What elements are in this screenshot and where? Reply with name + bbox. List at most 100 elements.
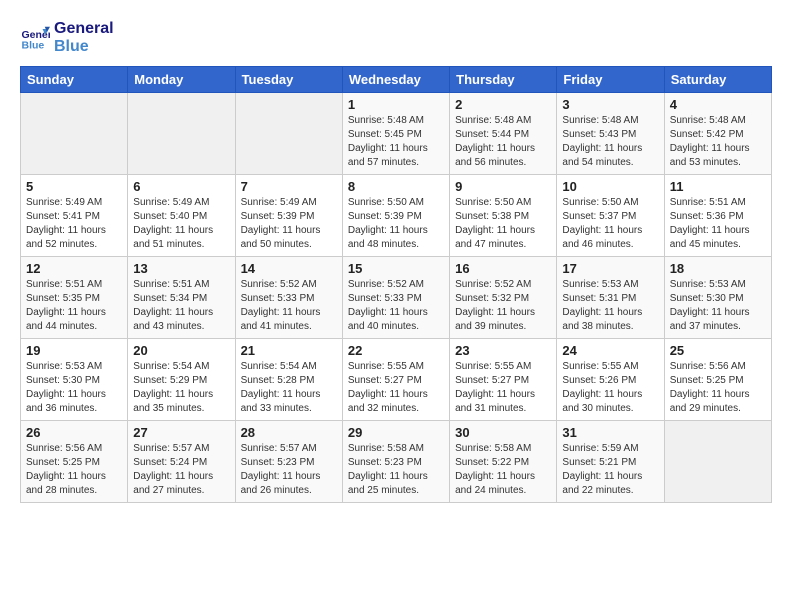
calendar-cell [235,93,342,175]
day-number: 29 [348,425,444,440]
day-info: Sunrise: 5:52 AM Sunset: 5:33 PM Dayligh… [241,278,337,334]
calendar-cell: 15 Sunrise: 5:52 AM Sunset: 5:33 PM Dayli… [342,257,449,339]
day-number: 22 [348,343,444,358]
calendar-cell: 29 Sunrise: 5:58 AM Sunset: 5:23 PM Dayli… [342,421,449,503]
day-number: 6 [133,179,229,194]
logo-icon: General Blue [20,23,50,53]
calendar-cell: 26 Sunrise: 5:56 AM Sunset: 5:25 PM Dayli… [21,421,128,503]
day-number: 28 [241,425,337,440]
day-info: Sunrise: 5:55 AM Sunset: 5:27 PM Dayligh… [455,360,551,416]
day-info: Sunrise: 5:51 AM Sunset: 5:36 PM Dayligh… [670,196,766,252]
day-number: 3 [562,97,658,112]
day-number: 4 [670,97,766,112]
calendar-cell: 20Sunrise: 5:54 AM Sunset: 5:29 PM Dayli… [128,339,235,421]
calendar-cell: 7 Sunrise: 5:49 AM Sunset: 5:39 PM Daylig… [235,175,342,257]
calendar-week-row: 12Sunrise: 5:51 AM Sunset: 5:35 PM Dayli… [21,257,772,339]
day-info: Sunrise: 5:55 AM Sunset: 5:27 PM Dayligh… [348,360,444,416]
calendar-cell: 2 Sunrise: 5:48 AM Sunset: 5:44 PM Daylig… [450,93,557,175]
calendar-cell: 22 Sunrise: 5:55 AM Sunset: 5:27 PM Dayli… [342,339,449,421]
day-number: 2 [455,97,551,112]
calendar-week-row: 5 Sunrise: 5:49 AM Sunset: 5:41 PM Daylig… [21,175,772,257]
day-number: 26 [26,425,122,440]
calendar-table: SundayMondayTuesdayWednesdayThursdayFrid… [20,66,772,503]
day-info: Sunrise: 5:48 AM Sunset: 5:44 PM Dayligh… [455,114,551,170]
day-number: 25 [670,343,766,358]
calendar-cell: 13 Sunrise: 5:51 AM Sunset: 5:34 PM Dayli… [128,257,235,339]
day-info: Sunrise: 5:52 AM Sunset: 5:33 PM Dayligh… [348,278,444,334]
day-info: Sunrise: 5:53 AM Sunset: 5:30 PM Dayligh… [26,360,122,416]
calendar-cell: 27Sunrise: 5:57 AM Sunset: 5:24 PM Dayli… [128,421,235,503]
calendar-cell: 1 Sunrise: 5:48 AM Sunset: 5:45 PM Daylig… [342,93,449,175]
calendar-cell: 16 Sunrise: 5:52 AM Sunset: 5:32 PM Dayli… [450,257,557,339]
day-info: Sunrise: 5:56 AM Sunset: 5:25 PM Dayligh… [26,442,122,498]
day-info: Sunrise: 5:58 AM Sunset: 5:23 PM Dayligh… [348,442,444,498]
calendar-cell: 10 Sunrise: 5:50 AM Sunset: 5:37 PM Dayli… [557,175,664,257]
day-info: Sunrise: 5:57 AM Sunset: 5:23 PM Dayligh… [241,442,337,498]
day-number: 13 [133,261,229,276]
day-header-friday: Friday [557,67,664,93]
calendar-cell: 31 Sunrise: 5:59 AM Sunset: 5:21 PM Dayli… [557,421,664,503]
day-info: Sunrise: 5:49 AM Sunset: 5:41 PM Dayligh… [26,196,122,252]
day-number: 24 [562,343,658,358]
calendar-cell: 14 Sunrise: 5:52 AM Sunset: 5:33 PM Dayli… [235,257,342,339]
day-info: Sunrise: 5:50 AM Sunset: 5:37 PM Dayligh… [562,196,658,252]
day-header-sunday: Sunday [21,67,128,93]
day-number: 30 [455,425,551,440]
day-info: Sunrise: 5:54 AM Sunset: 5:29 PM Dayligh… [133,360,229,416]
calendar-cell [664,421,771,503]
calendar-week-row: 1 Sunrise: 5:48 AM Sunset: 5:45 PM Daylig… [21,93,772,175]
day-number: 8 [348,179,444,194]
day-info: Sunrise: 5:55 AM Sunset: 5:26 PM Dayligh… [562,360,658,416]
calendar-cell: 3 Sunrise: 5:48 AM Sunset: 5:43 PM Daylig… [557,93,664,175]
logo-general: General [54,20,114,38]
calendar-week-row: 26 Sunrise: 5:56 AM Sunset: 5:25 PM Dayli… [21,421,772,503]
logo: General Blue General Blue [20,20,114,56]
day-number: 11 [670,179,766,194]
calendar-cell: 5 Sunrise: 5:49 AM Sunset: 5:41 PM Daylig… [21,175,128,257]
day-info: Sunrise: 5:48 AM Sunset: 5:45 PM Dayligh… [348,114,444,170]
day-number: 5 [26,179,122,194]
day-number: 19 [26,343,122,358]
day-info: Sunrise: 5:49 AM Sunset: 5:39 PM Dayligh… [241,196,337,252]
calendar-cell: 9Sunrise: 5:50 AM Sunset: 5:38 PM Daylig… [450,175,557,257]
calendar-cell: 17 Sunrise: 5:53 AM Sunset: 5:31 PM Dayli… [557,257,664,339]
day-header-monday: Monday [128,67,235,93]
calendar-cell: 28 Sunrise: 5:57 AM Sunset: 5:23 PM Dayli… [235,421,342,503]
day-number: 15 [348,261,444,276]
day-info: Sunrise: 5:53 AM Sunset: 5:30 PM Dayligh… [670,278,766,334]
day-info: Sunrise: 5:49 AM Sunset: 5:40 PM Dayligh… [133,196,229,252]
day-number: 14 [241,261,337,276]
day-header-thursday: Thursday [450,67,557,93]
calendar-cell: 23Sunrise: 5:55 AM Sunset: 5:27 PM Dayli… [450,339,557,421]
calendar-cell: 12Sunrise: 5:51 AM Sunset: 5:35 PM Dayli… [21,257,128,339]
calendar-cell: 30Sunrise: 5:58 AM Sunset: 5:22 PM Dayli… [450,421,557,503]
calendar-cell: 24 Sunrise: 5:55 AM Sunset: 5:26 PM Dayli… [557,339,664,421]
day-number: 7 [241,179,337,194]
day-info: Sunrise: 5:57 AM Sunset: 5:24 PM Dayligh… [133,442,229,498]
day-number: 16 [455,261,551,276]
calendar-cell: 6 Sunrise: 5:49 AM Sunset: 5:40 PM Daylig… [128,175,235,257]
day-number: 31 [562,425,658,440]
page-header: General Blue General Blue [20,20,772,56]
day-info: Sunrise: 5:51 AM Sunset: 5:34 PM Dayligh… [133,278,229,334]
logo-blue: Blue [54,38,114,56]
calendar-cell: 21Sunrise: 5:54 AM Sunset: 5:28 PM Dayli… [235,339,342,421]
day-number: 18 [670,261,766,276]
day-info: Sunrise: 5:53 AM Sunset: 5:31 PM Dayligh… [562,278,658,334]
day-info: Sunrise: 5:59 AM Sunset: 5:21 PM Dayligh… [562,442,658,498]
calendar-cell: 4 Sunrise: 5:48 AM Sunset: 5:42 PM Daylig… [664,93,771,175]
day-number: 10 [562,179,658,194]
day-info: Sunrise: 5:52 AM Sunset: 5:32 PM Dayligh… [455,278,551,334]
day-info: Sunrise: 5:50 AM Sunset: 5:39 PM Dayligh… [348,196,444,252]
svg-text:Blue: Blue [22,40,45,52]
calendar-cell: 18 Sunrise: 5:53 AM Sunset: 5:30 PM Dayli… [664,257,771,339]
day-info: Sunrise: 5:48 AM Sunset: 5:42 PM Dayligh… [670,114,766,170]
day-number: 17 [562,261,658,276]
calendar-cell [21,93,128,175]
day-number: 1 [348,97,444,112]
day-info: Sunrise: 5:48 AM Sunset: 5:43 PM Dayligh… [562,114,658,170]
day-info: Sunrise: 5:56 AM Sunset: 5:25 PM Dayligh… [670,360,766,416]
day-header-wednesday: Wednesday [342,67,449,93]
calendar-header-row: SundayMondayTuesdayWednesdayThursdayFrid… [21,67,772,93]
calendar-week-row: 19 Sunrise: 5:53 AM Sunset: 5:30 PM Dayli… [21,339,772,421]
